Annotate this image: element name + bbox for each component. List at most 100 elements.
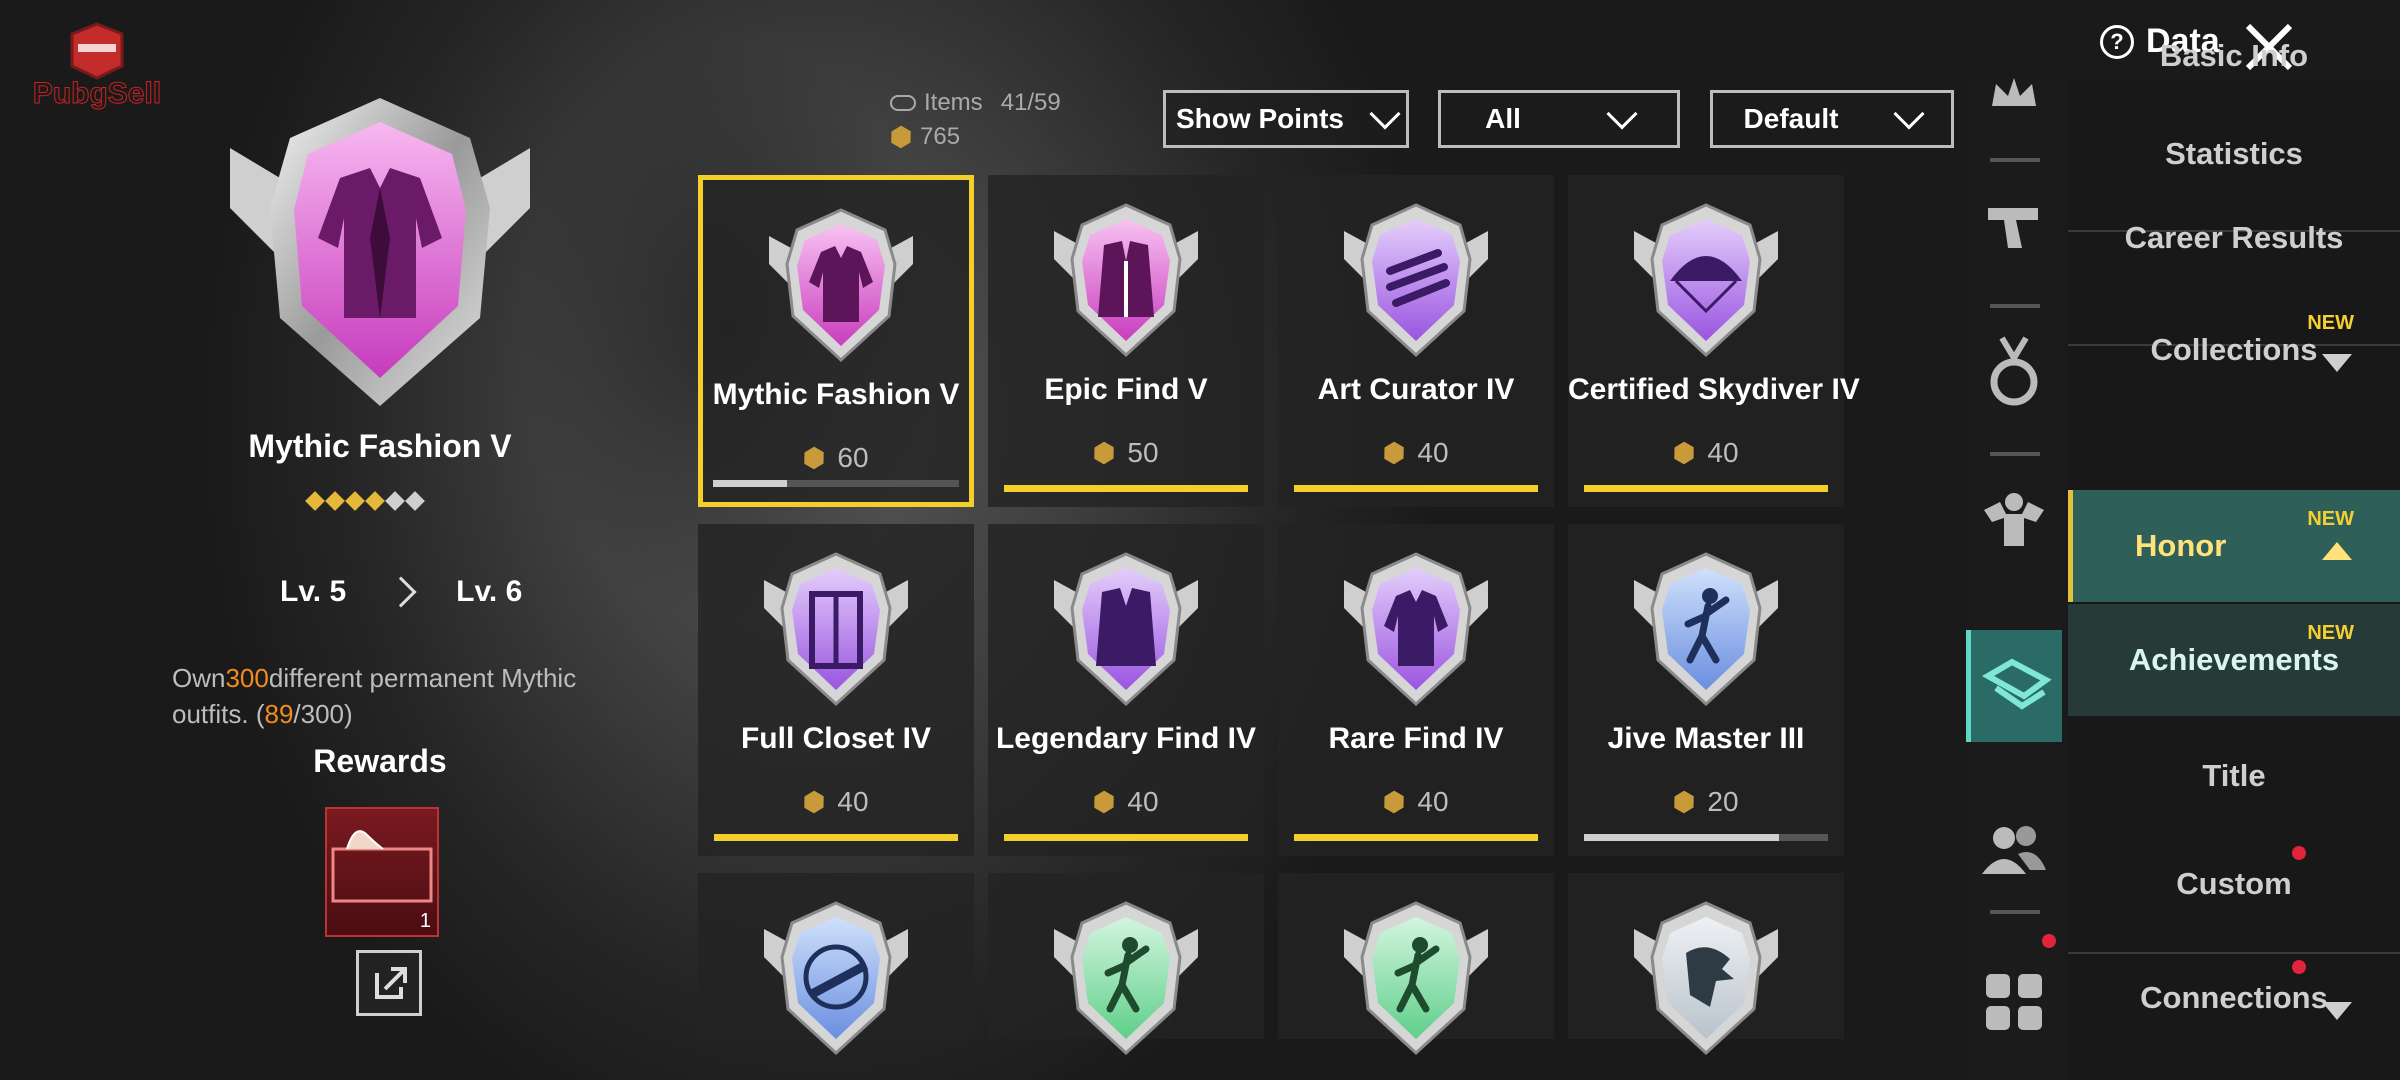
achievement-card[interactable] (698, 873, 974, 1056)
star-empty-icon (405, 491, 425, 511)
dancer-icon (1054, 901, 1198, 1056)
points-icon (1669, 438, 1699, 468)
achievement-card[interactable]: Certified Skydiver IV 40 (1568, 175, 1860, 507)
friends-tab[interactable] (1966, 794, 2062, 906)
achievement-name: Certified Skydiver IV (1568, 373, 1860, 406)
achievement-points: 40 (698, 786, 974, 818)
reward-item[interactable]: 1 (325, 807, 439, 937)
notification-dot (2292, 960, 2306, 974)
menu-achievements[interactable]: Achievements NEW (2068, 604, 2400, 716)
collection-stats: Items 41/59 765 (890, 86, 1061, 154)
menu-connections[interactable]: Connections (2068, 942, 2400, 1054)
medal-icon (1990, 336, 2038, 406)
selected-achievement-badge (210, 88, 550, 418)
progress-fill (1004, 834, 1248, 841)
progress-fill (714, 834, 958, 841)
rifle-icon (764, 901, 908, 1056)
menu-title[interactable]: Title (2068, 720, 2400, 832)
notification-dot (2292, 846, 2306, 860)
achievement-name: Rare Find IV (1328, 722, 1504, 755)
progress-fill (1584, 834, 1780, 841)
physique-tab[interactable] (1966, 464, 2062, 576)
achievement-card[interactable] (1568, 873, 1844, 1056)
progress-fill (1584, 485, 1828, 492)
menu-statistics[interactable]: Statistics (2068, 114, 2400, 194)
achievement-name: Mythic Fashion V (712, 378, 960, 411)
points-icon (1089, 438, 1119, 468)
points-icon (1089, 787, 1119, 817)
dancer-icon (1634, 552, 1778, 707)
progress-bar (1584, 485, 1828, 492)
wardrobe-icon (764, 552, 908, 707)
medals-tab[interactable] (1966, 316, 2062, 428)
star-filled-icon (325, 491, 345, 511)
achievement-card[interactable]: Art Curator IV 40 (1278, 175, 1554, 507)
menu-career-results[interactable]: Career Results (2068, 194, 2400, 282)
achievement-card[interactable]: Legendary Find IV 40 (988, 524, 1264, 856)
achievement-points: 40 (1278, 786, 1554, 818)
dancer-icon (1344, 901, 1488, 1056)
achievement-card[interactable]: Epic Find V 50 (988, 175, 1264, 507)
star-filled-icon (365, 491, 385, 511)
menu-custom[interactable]: Custom (2068, 828, 2400, 940)
star-rating (305, 491, 425, 511)
points-icon (799, 443, 829, 473)
profile-category-rail (1966, 78, 2062, 1080)
star-filled-icon (305, 491, 325, 511)
achievement-card[interactable]: Jive Master III 20 (1568, 524, 1844, 856)
grid-icon (1986, 974, 2042, 1030)
honor-icon (1981, 658, 2052, 710)
chevron-down-icon (1369, 98, 1401, 130)
expand-arrow-icon (2322, 1002, 2352, 1020)
selected-achievement-name: Mythic Fashion V (248, 428, 512, 464)
category-dropdown[interactable]: All (1438, 90, 1680, 148)
progress-fill (1294, 485, 1538, 492)
progress-bar (1294, 485, 1538, 492)
points-icon (1379, 787, 1409, 817)
watermark-logo: PubgSell (22, 22, 172, 112)
achievement-points: 40 (1568, 437, 1844, 469)
honor-tab[interactable] (1966, 630, 2062, 742)
robe-icon (1054, 552, 1198, 707)
menu-collections[interactable]: Collections NEW (2068, 294, 2400, 406)
crown-icon (1992, 78, 2036, 106)
achievement-name: Art Curator IV (1317, 373, 1515, 406)
crown-icon-tab[interactable] (1966, 40, 2062, 152)
menu-honor[interactable]: Honor NEW (2068, 490, 2400, 602)
level-progression: Lv. 5 Lv. 6 (280, 575, 523, 608)
jacket-icon (769, 208, 913, 363)
achievement-card[interactable]: Rare Find IV 40 (1278, 524, 1554, 856)
progress-bar (714, 834, 958, 841)
collapse-arrow-icon (2322, 542, 2352, 560)
progress-bar (1004, 834, 1248, 841)
achievement-card[interactable] (1278, 873, 1554, 1056)
achievement-card[interactable]: Mythic Fashion V 60 (698, 175, 974, 507)
claw-icon (1344, 203, 1488, 358)
achievement-name: Legendary Find IV (995, 722, 1257, 755)
more-tab[interactable] (1966, 946, 2062, 1058)
chevron-down-icon (1606, 98, 1638, 130)
pistol-icon (1988, 208, 2038, 248)
jacket-icon (1344, 552, 1488, 707)
muscle-icon (1984, 493, 2044, 546)
new-badge: NEW (2307, 312, 2354, 334)
sort-dropdown[interactable]: Default (1710, 90, 1954, 148)
share-icon (375, 967, 407, 999)
show-points-dropdown[interactable]: Show Points (1163, 90, 1409, 148)
points-icon (799, 787, 829, 817)
star-filled-icon (345, 491, 365, 511)
new-badge: NEW (2307, 622, 2354, 644)
progress-fill (713, 480, 787, 487)
achievement-name: Full Closet IV (740, 722, 932, 755)
coat-icon (1054, 203, 1198, 358)
new-badge: NEW (2307, 508, 2354, 530)
menu-basic-info[interactable]: Basic Info (2068, 0, 2400, 112)
achievement-points: 20 (1568, 786, 1844, 818)
share-button[interactable] (356, 950, 422, 1016)
achievement-card[interactable]: Full Closet IV 40 (698, 524, 974, 856)
progress-fill (1294, 834, 1538, 841)
achievement-points: 60 (703, 442, 969, 474)
points-icon (1669, 787, 1699, 817)
achievement-card[interactable] (988, 873, 1264, 1056)
weapons-tab[interactable] (1966, 170, 2062, 282)
